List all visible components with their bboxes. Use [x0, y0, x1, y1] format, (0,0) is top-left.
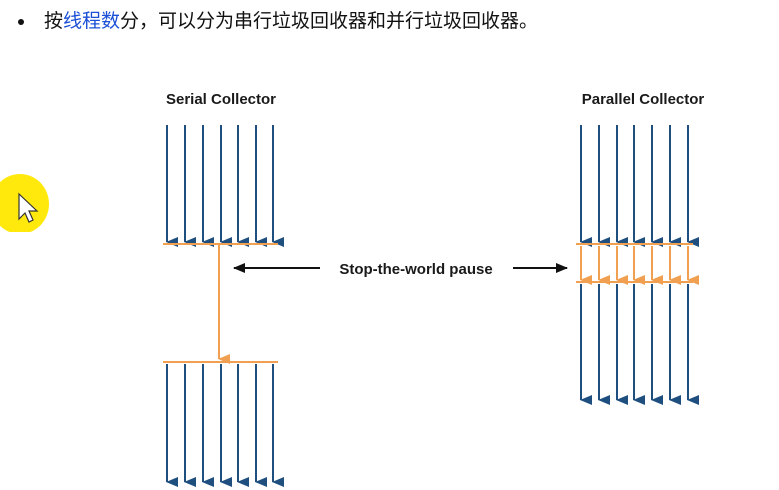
gc-diagram: Serial Collector Parallel Collector Stop… [163, 91, 705, 487]
parallel-collector-title: Parallel Collector [582, 91, 705, 108]
parallel-threads-before [580, 125, 699, 247]
serial-collector-title: Serial Collector [166, 91, 276, 108]
serial-threads-after [166, 364, 284, 487]
stop-the-world-label: Stop-the-world pause [339, 261, 492, 278]
serial-threads-before [166, 125, 284, 247]
parallel-threads-after [580, 284, 699, 405]
cursor-highlight-icon [0, 172, 50, 234]
parallel-gc-threads [580, 246, 699, 285]
